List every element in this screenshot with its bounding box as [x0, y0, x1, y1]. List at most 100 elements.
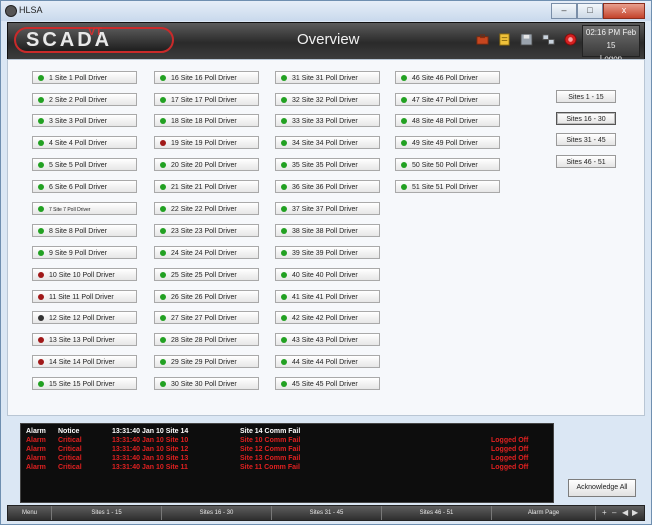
site-poll-driver-button[interactable]: 12 Site 12 Poll Driver	[32, 311, 137, 324]
site-poll-driver-button[interactable]: 7 Site 7 Poll Driver	[32, 202, 137, 215]
site-label: 29 Site 29 Poll Driver	[171, 359, 237, 366]
site-poll-driver-button[interactable]: 44 Site 44 Poll Driver	[275, 355, 380, 368]
site-label: 47 Site 47 Poll Driver	[412, 97, 478, 104]
clock-logon-panel[interactable]: 02:16 PM Feb 15 Logon	[582, 25, 640, 63]
status-indicator-icon	[281, 228, 287, 234]
alarm-header-row[interactable]: Alarm Notice 13:31:40 Jan 10 Site 14 Sit…	[21, 428, 553, 437]
site-poll-driver-button[interactable]: 37 Site 37 Poll Driver	[275, 202, 380, 215]
site-poll-driver-button[interactable]: 29 Site 29 Poll Driver	[154, 355, 259, 368]
nav-sites-16-30[interactable]: Sites 16 - 30	[556, 112, 616, 125]
site-poll-driver-button[interactable]: 8 Site 8 Poll Driver	[32, 224, 137, 237]
site-poll-driver-button[interactable]: 32 Site 32 Poll Driver	[275, 93, 380, 106]
arrow-right-icon[interactable]: ▶	[632, 506, 638, 520]
acknowledge-all-button[interactable]: Acknowledge All	[568, 479, 636, 497]
site-poll-driver-button[interactable]: 16 Site 16 Poll Driver	[154, 71, 259, 84]
status-indicator-icon	[38, 359, 44, 365]
nav-sites-31-45[interactable]: Sites 31 - 45	[556, 133, 616, 146]
site-poll-driver-button[interactable]: 19 Site 19 Poll Driver	[154, 136, 259, 149]
site-poll-driver-button[interactable]: 40 Site 40 Poll Driver	[275, 268, 380, 281]
site-poll-driver-button[interactable]: 35 Site 35 Poll Driver	[275, 158, 380, 171]
alarm-message: Site 14 Comm Fail	[240, 428, 301, 435]
site-poll-driver-button[interactable]: 39 Site 39 Poll Driver	[275, 246, 380, 259]
site-poll-driver-button[interactable]: 3 Site 3 Poll Driver	[32, 114, 137, 127]
site-poll-driver-button[interactable]: 13 Site 13 Poll Driver	[32, 333, 137, 346]
site-poll-driver-button[interactable]: 11 Site 11 Poll Driver	[32, 290, 137, 303]
bottom-sites-1-15[interactable]: Sites 1 - 15	[52, 506, 162, 520]
site-poll-driver-button[interactable]: 15 Site 15 Poll Driver	[32, 377, 137, 390]
network-icon[interactable]	[542, 33, 555, 46]
save-icon[interactable]	[520, 33, 533, 46]
site-poll-driver-button[interactable]: 4 Site 4 Poll Driver	[32, 136, 137, 149]
site-poll-driver-button[interactable]: 47 Site 47 Poll Driver	[395, 93, 500, 106]
site-poll-driver-button[interactable]: 6 Site 6 Poll Driver	[32, 180, 137, 193]
site-poll-driver-button[interactable]: 17 Site 17 Poll Driver	[154, 93, 259, 106]
minimize-button[interactable]: –	[551, 3, 577, 19]
site-poll-driver-button[interactable]: 2 Site 2 Poll Driver	[32, 93, 137, 106]
site-poll-driver-button[interactable]: 23 Site 23 Poll Driver	[154, 224, 259, 237]
site-label: 7 Site 7 Poll Driver	[49, 207, 91, 213]
site-label: 41 Site 41 Poll Driver	[292, 294, 358, 301]
alarm-severity: Critical	[58, 455, 82, 462]
status-indicator-icon	[401, 162, 407, 168]
arrow-left-icon[interactable]: ◀	[622, 506, 628, 520]
site-poll-driver-button[interactable]: 49 Site 49 Poll Driver	[395, 136, 500, 149]
site-poll-driver-button[interactable]: 43 Site 43 Poll Driver	[275, 333, 380, 346]
alarm-bell-icon[interactable]	[564, 33, 577, 46]
zoom-out-icon[interactable]: –	[612, 506, 616, 520]
site-label: 16 Site 16 Poll Driver	[171, 75, 237, 82]
site-poll-driver-button[interactable]: 46 Site 46 Poll Driver	[395, 71, 500, 84]
site-label: 25 Site 25 Poll Driver	[171, 272, 237, 279]
nav-sites-46-51[interactable]: Sites 46 - 51	[556, 155, 616, 168]
status-indicator-icon	[160, 75, 166, 81]
alarm-row[interactable]: Alarm Critical 13:31:40 Jan 10 Site 10 S…	[21, 437, 553, 446]
notes-icon[interactable]	[498, 33, 511, 46]
site-poll-driver-button[interactable]: 38 Site 38 Poll Driver	[275, 224, 380, 237]
site-label: 50 Site 50 Poll Driver	[412, 162, 478, 169]
site-poll-driver-button[interactable]: 36 Site 36 Poll Driver	[275, 180, 380, 193]
site-poll-driver-button[interactable]: 31 Site 31 Poll Driver	[275, 71, 380, 84]
site-poll-driver-button[interactable]: 5 Site 5 Poll Driver	[32, 158, 137, 171]
site-poll-driver-button[interactable]: 18 Site 18 Poll Driver	[154, 114, 259, 127]
site-poll-driver-button[interactable]: 34 Site 34 Poll Driver	[275, 136, 380, 149]
site-poll-driver-button[interactable]: 21 Site 21 Poll Driver	[154, 180, 259, 193]
site-poll-driver-button[interactable]: 22 Site 22 Poll Driver	[154, 202, 259, 215]
bottom-sites-16-30[interactable]: Sites 16 - 30	[162, 506, 272, 520]
site-poll-driver-button[interactable]: 50 Site 50 Poll Driver	[395, 158, 500, 171]
site-poll-driver-button[interactable]: 10 Site 10 Poll Driver	[32, 268, 137, 281]
maximize-button[interactable]: □	[577, 3, 603, 19]
site-poll-driver-button[interactable]: 51 Site 51 Poll Driver	[395, 180, 500, 193]
title-bar[interactable]: HLSA – □ x	[1, 1, 651, 21]
bottom-nav-bar: Menu Sites 1 - 15 Sites 16 - 30 Sites 31…	[7, 505, 645, 521]
close-button[interactable]: x	[603, 3, 645, 19]
site-poll-driver-button[interactable]: 24 Site 24 Poll Driver	[154, 246, 259, 259]
alarm-row[interactable]: Alarm Critical 13:31:40 Jan 10 Site 12 S…	[21, 446, 553, 455]
site-poll-driver-button[interactable]: 14 Site 14 Poll Driver	[32, 355, 137, 368]
site-label: 1 Site 1 Poll Driver	[49, 75, 107, 82]
site-poll-driver-button[interactable]: 41 Site 41 Poll Driver	[275, 290, 380, 303]
site-poll-driver-button[interactable]: 25 Site 25 Poll Driver	[154, 268, 259, 281]
site-poll-driver-button[interactable]: 1 Site 1 Poll Driver	[32, 71, 137, 84]
bottom-alarm-page[interactable]: Alarm Page	[492, 506, 596, 520]
site-poll-driver-button[interactable]: 28 Site 28 Poll Driver	[154, 333, 259, 346]
bottom-sites-31-45[interactable]: Sites 31 - 45	[272, 506, 382, 520]
alarm-severity: Critical	[58, 437, 82, 444]
site-poll-driver-button[interactable]: 26 Site 26 Poll Driver	[154, 290, 259, 303]
site-poll-driver-button[interactable]: 33 Site 33 Poll Driver	[275, 114, 380, 127]
bottom-sites-46-51[interactable]: Sites 46 - 51	[382, 506, 492, 520]
site-poll-driver-button[interactable]: 27 Site 27 Poll Driver	[154, 311, 259, 324]
site-poll-driver-button[interactable]: 42 Site 42 Poll Driver	[275, 311, 380, 324]
nav-sites-1-15[interactable]: Sites 1 - 15	[556, 90, 616, 103]
site-poll-driver-button[interactable]: 20 Site 20 Poll Driver	[154, 158, 259, 171]
zoom-in-icon[interactable]: +	[602, 506, 607, 520]
alarm-summary[interactable]: Alarm Notice 13:31:40 Jan 10 Site 14 Sit…	[20, 423, 554, 503]
site-label: 6 Site 6 Poll Driver	[49, 184, 107, 191]
site-poll-driver-button[interactable]: 9 Site 9 Poll Driver	[32, 246, 137, 259]
briefcase-icon[interactable]	[476, 33, 489, 46]
alarm-row[interactable]: Alarm Critical 13:31:40 Jan 10 Site 13 S…	[21, 455, 553, 464]
bottom-menu-button[interactable]: Menu	[8, 506, 52, 520]
site-poll-driver-button[interactable]: 30 Site 30 Poll Driver	[154, 377, 259, 390]
site-poll-driver-button[interactable]: 45 Site 45 Poll Driver	[275, 377, 380, 390]
alarm-row[interactable]: Alarm Critical 13:31:40 Jan 10 Site 11 S…	[21, 464, 553, 473]
alarm-time-site: 13:31:40 Jan 10 Site 11	[112, 464, 188, 471]
site-poll-driver-button[interactable]: 48 Site 48 Poll Driver	[395, 114, 500, 127]
